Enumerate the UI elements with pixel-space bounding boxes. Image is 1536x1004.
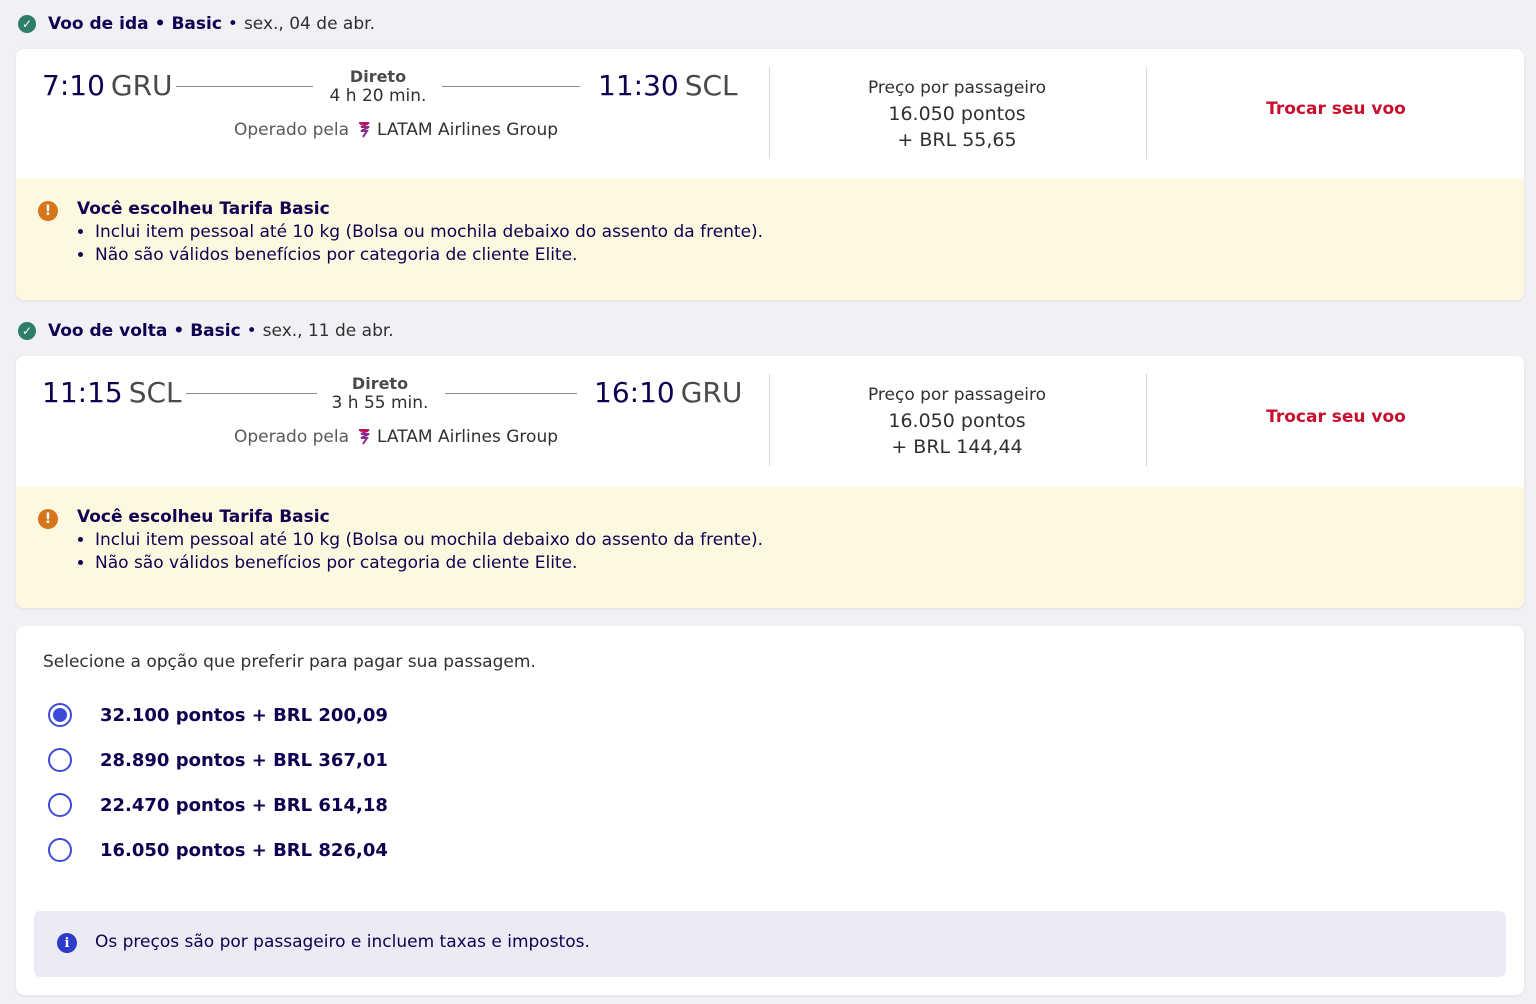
price-points: 16.050 pontos (888, 410, 1026, 432)
direct-label: Direto (349, 67, 407, 86)
arrival-time: 11:30 (598, 69, 679, 102)
radio-selected-dot (53, 708, 67, 722)
payment-option[interactable]: 22.470 pontos + BRL 614,18 (48, 790, 388, 820)
return-price: Preço por passageiro 16.050 pontos + BRL… (770, 382, 1144, 460)
divider (1146, 374, 1147, 466)
airline-name: LATAM Airlines Group (377, 427, 559, 447)
latam-logo-icon (359, 429, 370, 445)
check-circle-icon: ✓ (18, 15, 36, 33)
arrival-time: 16:10 (594, 376, 675, 409)
exclamation-circle-icon: ! (38, 509, 58, 529)
separator-dot: • (173, 321, 185, 341)
payment-option-label: 28.890 pontos + BRL 367,01 (100, 749, 388, 771)
separator-dot: • (154, 14, 166, 34)
notice-item: Não são válidos benefícios por categoria… (95, 244, 763, 267)
arrival-airport: GRU (680, 376, 743, 409)
departure-time: 11:15 (42, 376, 123, 409)
radio-button[interactable] (48, 838, 72, 862)
outbound-title: Voo de ida (48, 14, 149, 34)
outbound-fare: Basic (171, 14, 222, 34)
return-header: ✓ Voo de volta • Basic • sex., 11 de abr… (18, 318, 394, 344)
payment-option[interactable]: 16.050 pontos + BRL 826,04 (48, 835, 388, 865)
notice-list: Inclui item pessoal até 10 kg (Bolsa ou … (77, 221, 763, 267)
info-circle-icon: i (57, 933, 77, 953)
return-fare: Basic (190, 321, 241, 341)
arrival-airport: SCL (684, 69, 738, 102)
price-label: Preço por passageiro (867, 385, 1047, 405)
exclamation-circle-icon: ! (38, 201, 58, 221)
payment-title: Selecione a opção que preferir para paga… (43, 652, 536, 672)
operated-by-label: Operado pela (234, 427, 350, 447)
outbound-card: 7:10 GRU Direto 4 h 20 min. 11:30 SCL Oper… (16, 49, 1524, 300)
notice-list: Inclui item pessoal até 10 kg (Bolsa ou … (77, 529, 763, 575)
price-label: Preço por passageiro (867, 78, 1047, 98)
fare-notice: ! Você escolheu Tarifa Basic Inclui item… (16, 487, 1524, 608)
separator-dot: • (227, 14, 238, 34)
payment-option-label: 16.050 pontos + BRL 826,04 (100, 839, 388, 861)
airline-name: LATAM Airlines Group (377, 120, 559, 140)
return-flight-row: 11:15 SCL Direto 3 h 55 min. 16:10 GRU Ope… (16, 356, 1524, 486)
operated-by: Operado pela LATAM Airlines Group (234, 427, 558, 447)
price-points: 16.050 pontos (888, 103, 1026, 125)
route-line (176, 86, 313, 87)
outbound-flight-row: 7:10 GRU Direto 4 h 20 min. 11:30 SCL Oper… (16, 49, 1524, 179)
return-departure: 11:15 SCL (42, 376, 182, 409)
change-flight-link[interactable]: Trocar seu voo (1148, 407, 1524, 427)
latam-logo-icon (359, 122, 370, 138)
notice-title: Você escolheu Tarifa Basic (77, 507, 330, 527)
fare-notice: ! Você escolheu Tarifa Basic Inclui item… (16, 179, 1524, 300)
departure-time: 7:10 (42, 69, 105, 102)
flight-duration: 4 h 20 min. (329, 86, 427, 106)
radio-button[interactable] (48, 703, 72, 727)
operated-by-label: Operado pela (234, 120, 350, 140)
outbound-direct: Direto 4 h 20 min. (298, 67, 458, 106)
operated-by: Operado pela LATAM Airlines Group (234, 120, 558, 140)
info-box: i Os preços são por passageiro e incluem… (34, 911, 1506, 977)
check-circle-icon: ✓ (18, 322, 36, 340)
outbound-header: ✓ Voo de ida • Basic • sex., 04 de abr. (18, 11, 375, 37)
route-line (186, 393, 317, 394)
radio-button[interactable] (48, 748, 72, 772)
return-date: sex., 11 de abr. (262, 321, 394, 341)
departure-airport: SCL (128, 376, 182, 409)
direct-label: Direto (351, 374, 409, 393)
return-arrival: 16:10 GRU (594, 376, 742, 409)
price-brl: + BRL 144,44 (891, 436, 1023, 458)
return-card: 11:15 SCL Direto 3 h 55 min. 16:10 GRU Ope… (16, 356, 1524, 608)
departure-airport: GRU (110, 69, 173, 102)
outbound-date: sex., 04 de abr. (243, 14, 375, 34)
payment-card: Selecione a opção que preferir para paga… (16, 626, 1524, 995)
outbound-departure: 7:10 GRU (42, 69, 173, 102)
return-direct: Direto 3 h 55 min. (300, 374, 460, 413)
info-text: Os preços são por passageiro e incluem t… (95, 932, 590, 952)
price-brl: + BRL 55,65 (897, 129, 1017, 151)
notice-item: Não são válidos benefícios por categoria… (95, 552, 763, 575)
outbound-price: Preço por passageiro 16.050 pontos + BRL… (770, 75, 1144, 153)
change-flight-link[interactable]: Trocar seu voo (1148, 99, 1524, 119)
separator-dot: • (246, 321, 257, 341)
notice-title: Você escolheu Tarifa Basic (77, 199, 330, 219)
payment-option-label: 32.100 pontos + BRL 200,09 (100, 704, 388, 726)
route-line (445, 393, 577, 394)
divider (1146, 67, 1147, 159)
notice-item: Inclui item pessoal até 10 kg (Bolsa ou … (95, 221, 763, 244)
route-line (442, 86, 580, 87)
radio-button[interactable] (48, 793, 72, 817)
return-title: Voo de volta (48, 321, 168, 341)
outbound-arrival: 11:30 SCL (598, 69, 738, 102)
payment-option[interactable]: 28.890 pontos + BRL 367,01 (48, 745, 388, 775)
flight-duration: 3 h 55 min. (331, 393, 429, 413)
payment-option[interactable]: 32.100 pontos + BRL 200,09 (48, 700, 388, 730)
payment-option-label: 22.470 pontos + BRL 614,18 (100, 794, 388, 816)
notice-item: Inclui item pessoal até 10 kg (Bolsa ou … (95, 529, 763, 552)
